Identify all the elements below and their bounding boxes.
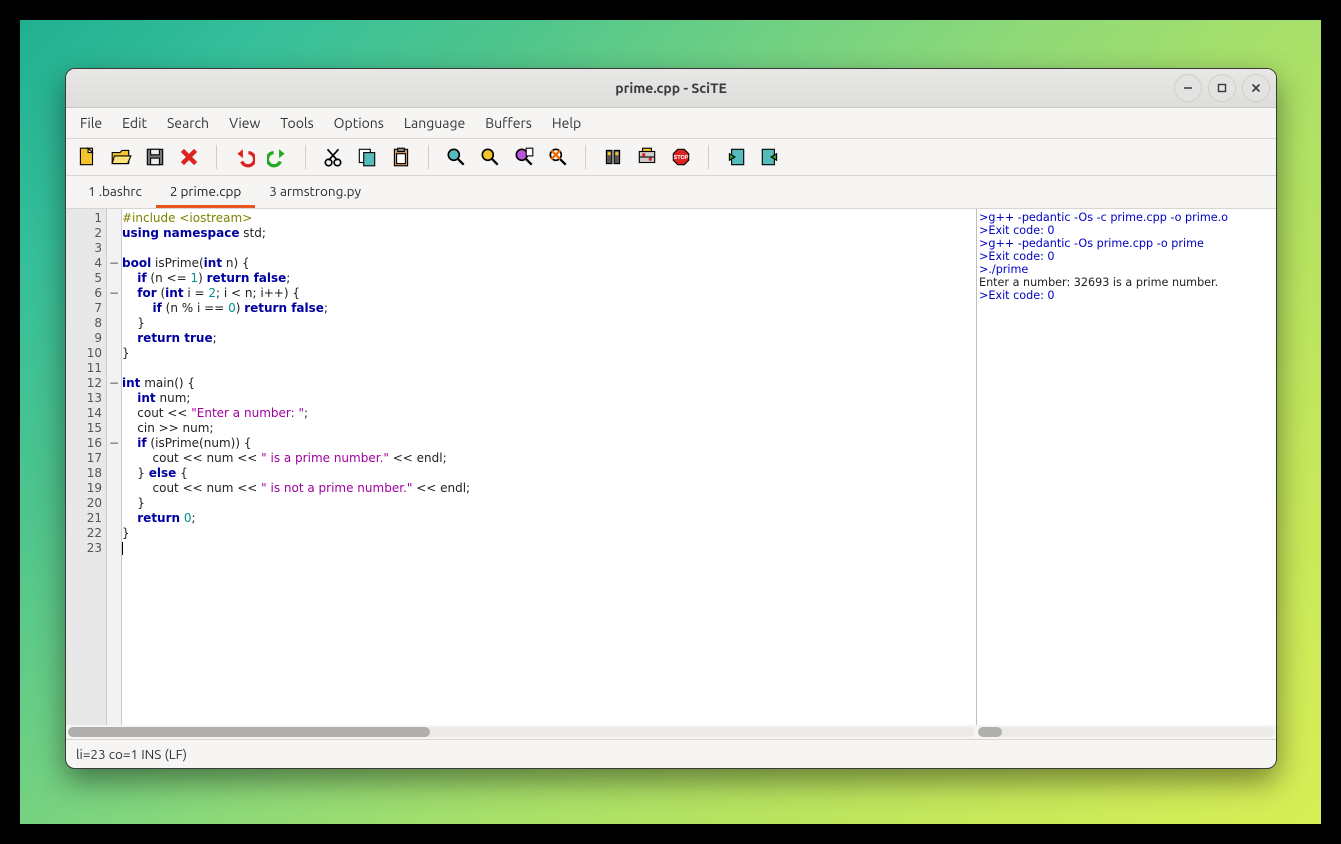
stop-icon: STOP bbox=[670, 146, 692, 168]
output-pane[interactable]: >g++ -pedantic -Os -c prime.cpp -o prime… bbox=[976, 209, 1276, 725]
paste-button[interactable] bbox=[386, 142, 416, 172]
find-icon bbox=[445, 146, 467, 168]
build-button[interactable] bbox=[632, 142, 662, 172]
menu-tools[interactable]: Tools bbox=[270, 111, 323, 135]
line-number-gutter[interactable]: 1234567891011121314151617181920212223 bbox=[66, 209, 107, 725]
toolbar-separator bbox=[428, 145, 429, 169]
tab-label: 3 armstrong.py bbox=[269, 183, 361, 199]
copy-icon bbox=[356, 146, 378, 168]
menubar: FileEditSearchViewToolsOptionsLanguageBu… bbox=[66, 108, 1276, 139]
menu-edit[interactable]: Edit bbox=[112, 111, 157, 135]
toolbar-separator bbox=[708, 145, 709, 169]
undo-icon bbox=[233, 146, 255, 168]
cut-icon bbox=[322, 146, 344, 168]
menu-view[interactable]: View bbox=[219, 111, 270, 135]
new-icon bbox=[76, 146, 98, 168]
find-files-icon bbox=[513, 146, 535, 168]
titlebar[interactable]: prime.cpp - SciTE bbox=[66, 69, 1276, 108]
find-files-button[interactable] bbox=[509, 142, 539, 172]
save-button[interactable] bbox=[140, 142, 170, 172]
toolbar: STOP bbox=[66, 139, 1276, 176]
tab-bar: 1 .bashrc 2 prime.cpp 3 armstrong.py bbox=[66, 176, 1276, 209]
desktop-wallpaper: prime.cpp - SciTE FileEditSearchViewTool… bbox=[0, 0, 1341, 844]
open-button[interactable] bbox=[106, 142, 136, 172]
prev-button[interactable] bbox=[721, 142, 751, 172]
copy-button[interactable] bbox=[352, 142, 382, 172]
redo-icon bbox=[267, 146, 289, 168]
replace-icon bbox=[547, 146, 569, 168]
replace-button[interactable] bbox=[543, 142, 573, 172]
close-icon bbox=[178, 146, 200, 168]
menu-file[interactable]: File bbox=[70, 111, 112, 135]
next-button[interactable] bbox=[755, 142, 785, 172]
window-controls bbox=[1174, 74, 1270, 102]
tab-label: 2 prime.cpp bbox=[170, 183, 241, 199]
toolbar-separator bbox=[305, 145, 306, 169]
menu-search[interactable]: Search bbox=[157, 111, 219, 135]
save-icon bbox=[144, 146, 166, 168]
status-bar: li=23 co=1 INS (LF) bbox=[66, 739, 1276, 768]
close-button[interactable] bbox=[174, 142, 204, 172]
find-next-button[interactable] bbox=[475, 142, 505, 172]
prev-icon bbox=[725, 146, 747, 168]
redo-button[interactable] bbox=[263, 142, 293, 172]
next-icon bbox=[759, 146, 781, 168]
compile-button[interactable] bbox=[598, 142, 628, 172]
scite-window: prime.cpp - SciTE FileEditSearchViewTool… bbox=[65, 68, 1277, 769]
code-editor[interactable]: 1234567891011121314151617181920212223 −−… bbox=[66, 209, 976, 725]
undo-button[interactable] bbox=[229, 142, 259, 172]
tab-0[interactable]: 1 .bashrc bbox=[74, 176, 156, 208]
content-area: 1234567891011121314151617181920212223 −−… bbox=[66, 209, 1276, 739]
menu-language[interactable]: Language bbox=[394, 111, 475, 135]
close-button[interactable] bbox=[1242, 74, 1270, 102]
code-text-area[interactable]: #include <iostream>using namespace std;b… bbox=[122, 209, 976, 725]
editor-h-scrollbar[interactable] bbox=[66, 725, 976, 739]
maximize-button[interactable] bbox=[1208, 74, 1236, 102]
menu-buffers[interactable]: Buffers bbox=[475, 111, 542, 135]
fold-gutter[interactable]: −−−− bbox=[107, 209, 122, 725]
paste-icon bbox=[390, 146, 412, 168]
find-button[interactable] bbox=[441, 142, 471, 172]
svg-text:STOP: STOP bbox=[674, 155, 689, 161]
open-icon bbox=[110, 146, 132, 168]
window-title: prime.cpp - SciTE bbox=[66, 80, 1276, 96]
status-text: li=23 co=1 INS (LF) bbox=[76, 746, 187, 762]
cut-button[interactable] bbox=[318, 142, 348, 172]
compile-icon bbox=[602, 146, 624, 168]
tab-1[interactable]: 2 prime.cpp bbox=[156, 176, 255, 208]
menu-options[interactable]: Options bbox=[324, 111, 394, 135]
toolbar-separator bbox=[216, 145, 217, 169]
build-icon bbox=[636, 146, 658, 168]
new-button[interactable] bbox=[72, 142, 102, 172]
tab-label: 1 .bashrc bbox=[88, 183, 142, 199]
output-h-scrollbar[interactable] bbox=[976, 725, 1276, 739]
minimize-button[interactable] bbox=[1174, 74, 1202, 102]
find-next-icon bbox=[479, 146, 501, 168]
menu-help[interactable]: Help bbox=[542, 111, 591, 135]
stop-button[interactable]: STOP bbox=[666, 142, 696, 172]
toolbar-separator bbox=[585, 145, 586, 169]
tab-2[interactable]: 3 armstrong.py bbox=[255, 176, 375, 208]
